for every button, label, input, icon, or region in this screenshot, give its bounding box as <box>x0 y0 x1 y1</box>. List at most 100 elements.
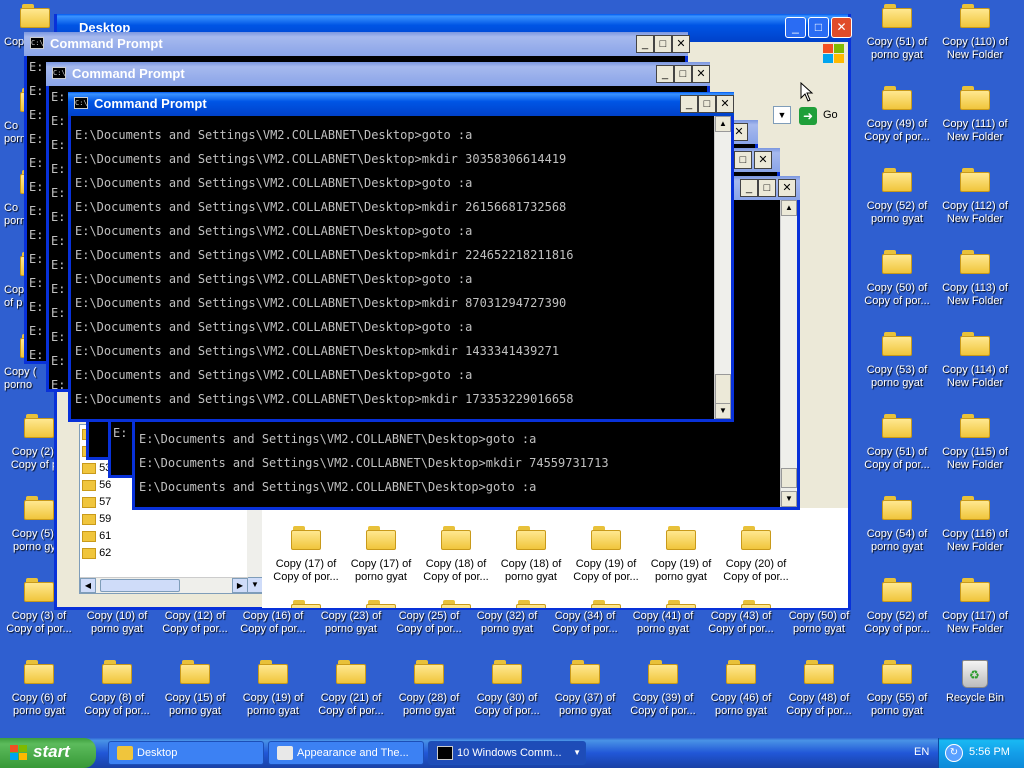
close-button[interactable]: ✕ <box>754 151 772 169</box>
scroll-left-button[interactable]: ◀ <box>80 578 96 593</box>
folder-label: Copy (117) of New Folder <box>942 610 1008 635</box>
scroll-thumb[interactable] <box>100 579 180 592</box>
folder-label: Copy (52) of porno gyat <box>866 200 928 225</box>
tree-item[interactable]: 59 <box>82 513 111 529</box>
go-button[interactable]: ➜ Go <box>797 106 843 126</box>
folder-contents[interactable]: Copy (17) of Copy of por... Copy (17) of … <box>262 508 848 608</box>
cmd-line-fragment: E: <box>29 204 44 218</box>
language-indicator[interactable]: EN <box>914 746 929 758</box>
folder-label: Copy (49) of Copy of por... <box>864 118 930 143</box>
taskbar-button-appearance[interactable]: Appearance and The... <box>268 741 424 765</box>
start-button[interactable]: start <box>0 738 96 768</box>
address-dropdown[interactable]: ▼ <box>773 106 791 124</box>
folder-label: Copy (50) of porno gyat <box>788 610 850 635</box>
tree-hscrollbar[interactable]: ◀ ▶ <box>80 577 248 593</box>
close-button[interactable]: ✕ <box>716 95 734 113</box>
folder-icon <box>516 526 546 550</box>
cmd-title-bar[interactable]: C:\ Command Prompt _ □ ✕ <box>46 62 710 86</box>
close-button[interactable]: ✕ <box>778 179 796 197</box>
minimize-button[interactable]: _ <box>656 65 674 83</box>
cmd-line-fragment: E: <box>29 300 44 314</box>
cmd-line: E:\Documents and Settings\VM2.COLLABNET\… <box>75 224 473 238</box>
cmd-scrollbar[interactable]: ▲ ▼ <box>714 116 731 419</box>
windows-logo-icon <box>823 44 845 64</box>
maximize-button[interactable]: □ <box>674 65 692 83</box>
cmd-line-fragment: E: <box>51 354 66 368</box>
folder-label: Copy (23) of porno gyat <box>320 610 382 635</box>
scroll-up-button[interactable]: ▲ <box>715 116 731 132</box>
taskbar-button-label: Appearance and The... <box>297 747 409 759</box>
taskbar-button-command-group[interactable]: 10 Windows Comm... ▼ <box>428 741 586 765</box>
cmd-line: E:\Documents and Settings\VM2.COLLABNET\… <box>75 272 473 286</box>
folder-icon <box>960 250 990 274</box>
cmd-line-fragment: E: <box>51 162 66 176</box>
cmd-line-fragment: E: <box>29 84 44 98</box>
folder-label: Copy (111) of New Folder <box>942 118 1008 143</box>
go-label: Go <box>823 109 838 121</box>
folder-icon <box>960 414 990 438</box>
cmd-title-bar[interactable]: C:\ Command Prompt _ □ ✕ <box>68 92 734 116</box>
close-button[interactable]: ✕ <box>692 65 710 83</box>
folder-label: Copy (55) of porno gyat <box>866 692 928 717</box>
folder-label: Copy (43) of Copy of por... <box>708 610 774 635</box>
folder-icon <box>102 660 132 684</box>
scroll-up-button[interactable]: ▲ <box>781 200 797 216</box>
scroll-thumb[interactable] <box>715 374 731 404</box>
minimize-button[interactable]: _ <box>680 95 698 113</box>
folder-icon <box>882 496 912 520</box>
scroll-down-button[interactable]: ▼ <box>781 491 797 507</box>
maximize-button[interactable]: □ <box>808 17 829 38</box>
cmd-icon: C:\ <box>30 37 44 49</box>
scroll-down-button[interactable]: ▼ <box>247 577 263 593</box>
cmd-line-fragment: E: <box>29 324 44 338</box>
clock[interactable]: 5:56 PM <box>969 746 1010 758</box>
tree-item[interactable]: 57 <box>82 496 111 512</box>
maximize-button[interactable]: □ <box>698 95 716 113</box>
folder-label: Copy (114) of New Folder <box>942 364 1008 389</box>
tree-item-label: 57 <box>99 496 112 508</box>
folder-icon <box>960 496 990 520</box>
tree-item[interactable]: 53 <box>82 462 111 478</box>
folder-icon <box>804 660 834 684</box>
cmd-line-fragment: E: <box>51 282 66 296</box>
tree-item[interactable]: 61 <box>82 530 111 546</box>
cmd-title: Command Prompt <box>72 66 185 81</box>
go-arrow-icon: ➜ <box>799 107 817 125</box>
cmd-line-fragment: E: <box>29 60 44 74</box>
start-label: start <box>33 742 70 761</box>
close-button[interactable]: ✕ <box>672 35 690 53</box>
folder-icon <box>414 660 444 684</box>
minimize-button[interactable]: _ <box>785 17 806 38</box>
cmd-line: E:\Documents and Settings\VM2.COLLABNET\… <box>75 320 473 334</box>
folder-label: Copy (20) of Copy of por... <box>723 558 789 583</box>
folder-icon <box>82 496 96 508</box>
folder-icon <box>258 660 288 684</box>
folder-label: Copy (19) of Copy of por... <box>573 558 639 583</box>
folder-icon <box>960 332 990 356</box>
maximize-button[interactable]: □ <box>654 35 672 53</box>
folder-label: Copy (51) of Copy of por... <box>864 446 930 471</box>
taskbar-button-desktop[interactable]: Desktop <box>108 741 264 765</box>
tree-item[interactable]: 62 <box>82 547 111 563</box>
cmd-title-bar[interactable]: C:\ Command Prompt _ □ ✕ <box>24 32 690 56</box>
folder-icon <box>516 600 546 608</box>
folder-icon <box>82 547 96 559</box>
cmd-scrollbar[interactable]: ▲ ▼ <box>780 200 797 507</box>
scroll-thumb[interactable] <box>781 468 797 488</box>
tree-item-label: 61 <box>99 530 112 542</box>
minimize-button[interactable]: _ <box>740 179 758 197</box>
folder-icon <box>82 530 96 542</box>
scroll-right-button[interactable]: ▶ <box>232 578 248 593</box>
scroll-down-button[interactable]: ▼ <box>715 403 731 419</box>
cmd-window-active[interactable]: C:\ Command Prompt _ □ ✕ E:\Documents an… <box>68 92 734 422</box>
close-button[interactable]: ✕ <box>831 17 852 38</box>
maximize-button[interactable]: □ <box>734 151 752 169</box>
cmd-line: E:\Documents and Settings\VM2.COLLABNET\… <box>75 248 574 262</box>
maximize-button[interactable]: □ <box>758 179 776 197</box>
network-icon[interactable]: ↻ <box>945 744 963 762</box>
tree-item[interactable]: 56 <box>82 479 111 495</box>
folder-label: Copy (15) of porno gyat <box>164 692 226 717</box>
folder-label: Copy (39) of Copy of por... <box>630 692 696 717</box>
minimize-button[interactable]: _ <box>636 35 654 53</box>
control-panel-icon <box>277 746 293 760</box>
